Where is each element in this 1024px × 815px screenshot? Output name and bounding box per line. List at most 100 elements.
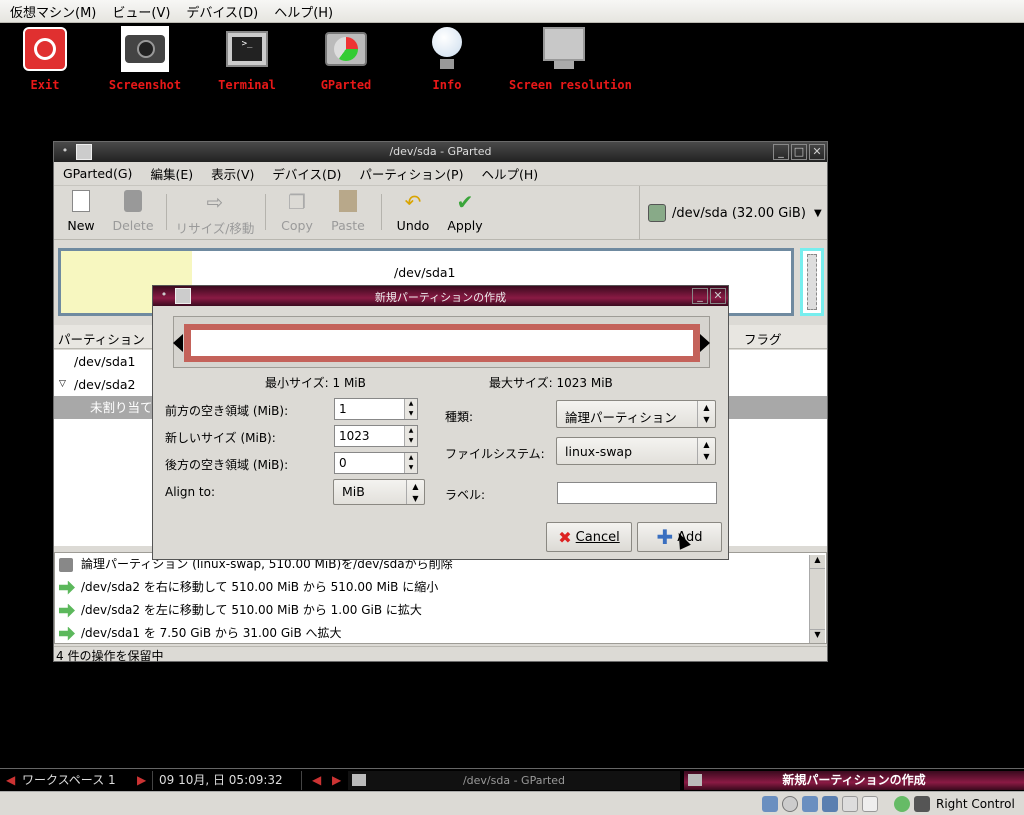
close-icon[interactable]: ✕ <box>809 144 825 160</box>
menu-gparted[interactable]: GParted(G) <box>54 166 141 181</box>
usb-icon[interactable] <box>802 796 818 812</box>
align-to-select[interactable]: MiB ▲ ▼ <box>333 479 425 505</box>
undo-button[interactable]: ↶ Undo <box>387 190 439 233</box>
device-selector[interactable]: /dev/sda (32.00 GiB) ▼ <box>639 186 829 240</box>
prev-workspace-icon[interactable]: ◀ <box>6 771 15 790</box>
menu-help[interactable]: ヘルプ(H) <box>472 164 547 183</box>
optical-drive-icon[interactable] <box>782 796 798 812</box>
task-app-icon <box>352 774 366 786</box>
column-partition[interactable]: パーティション <box>58 329 145 348</box>
desktop-icon-info[interactable]: Info <box>392 23 502 93</box>
operation-item[interactable]: /dev/sda2 を左に移動して 510.00 MiB から 1.00 GiB… <box>55 599 826 622</box>
operation-text: /dev/sda2 を左に移動して 510.00 MiB から 1.00 GiB… <box>81 603 422 617</box>
spin-buttons-icon[interactable]: ▲ ▼ <box>404 399 417 419</box>
operation-item[interactable]: /dev/sda2 を右に移動して 510.00 MiB から 510.00 M… <box>55 576 826 599</box>
dialog-titlebar[interactable]: • 新規パーティションの作成 _ ✕ <box>153 286 728 306</box>
maximize-icon[interactable]: □ <box>791 144 807 160</box>
harddisk-icon[interactable] <box>762 796 778 812</box>
desktop-icon-screen-resolution[interactable]: Screen resolution <box>509 23 632 93</box>
free-before-input[interactable]: 1 ▲ ▼ <box>334 398 418 420</box>
device-label: /dev/sda (32.00 GiB) <box>672 205 806 221</box>
close-icon[interactable]: ✕ <box>710 288 726 304</box>
column-flags[interactable]: フラグ <box>744 329 782 348</box>
filesystem-select[interactable]: linux-swap ▲ ▼ <box>556 437 716 465</box>
prev-task-icon[interactable]: ◀ <box>312 771 321 790</box>
updown-icon: ▲ ▼ <box>406 480 424 504</box>
operations-scrollbar[interactable]: ▲ ▼ <box>809 555 825 643</box>
left-handle-icon[interactable] <box>173 334 183 352</box>
disk-icon <box>648 204 666 222</box>
trash-icon <box>121 190 145 214</box>
workspace-label[interactable]: ワークスペース 1 <box>22 771 116 790</box>
minimize-icon[interactable]: _ <box>773 144 789 160</box>
copy-label: Copy <box>281 218 313 233</box>
label-input[interactable] <box>557 482 717 504</box>
unallocated-block[interactable] <box>800 248 824 316</box>
vbox-menu-machine[interactable]: 仮想マシン(M) <box>2 2 104 21</box>
updown-icon: ▲ ▼ <box>697 401 715 427</box>
network-icon[interactable] <box>822 796 838 812</box>
desktop-icon-exit[interactable]: Exit <box>0 23 100 93</box>
toolbar: New Delete ⇨ リサイズ/移動 ❐ Copy Paste ↶ Undo… <box>54 186 827 240</box>
gparted-icon <box>325 32 367 66</box>
next-workspace-icon[interactable]: ▶ <box>137 771 146 790</box>
resize-move-button[interactable]: ⇨ リサイズ/移動 <box>172 190 258 237</box>
vbox-menu-view[interactable]: ビュー(V) <box>104 2 178 21</box>
task-app-icon <box>688 774 702 786</box>
operation-item[interactable]: /dev/sda1 を 7.50 GiB から 31.00 GiB へ拡大 <box>55 622 826 645</box>
pending-operations-list: 論理パーティション (linux-swap, 510.00 MiB)を/dev/… <box>54 552 827 644</box>
toolbar-separator <box>265 194 266 230</box>
cancel-x-icon: ✖ <box>558 527 572 547</box>
desktop-icon-screenshot[interactable]: Screenshot <box>90 23 200 93</box>
scroll-up-icon[interactable]: ▲ <box>810 555 825 569</box>
spin-buttons-icon[interactable]: ▲ ▼ <box>404 426 417 446</box>
free-after-value: 0 <box>339 456 347 470</box>
task-gparted[interactable]: /dev/sda - GParted <box>348 771 680 790</box>
partition-size-slider[interactable] <box>173 316 710 368</box>
apply-button[interactable]: ✔ Apply <box>439 190 491 233</box>
label-label: ラベル: <box>445 488 486 502</box>
scroll-down-icon[interactable]: ▼ <box>810 629 825 643</box>
partition-name: /dev/sda2 <box>74 377 136 392</box>
minimize-icon[interactable]: _ <box>692 288 708 304</box>
min-size-label: 最小サイズ: 1 MiB <box>265 376 366 390</box>
keyboard-capture-icon[interactable] <box>914 796 930 812</box>
desktop-icon-terminal[interactable]: >_ Terminal <box>192 23 302 93</box>
partition-type-select[interactable]: 論理パーティション ▲ ▼ <box>556 400 716 428</box>
delete-label: Delete <box>112 218 154 233</box>
vbox-menu-help[interactable]: ヘルプ(H) <box>266 2 341 21</box>
new-label: New <box>67 218 95 233</box>
clock: 09 10月, 日 05:09:32 <box>152 771 302 790</box>
delete-button[interactable]: Delete <box>107 190 159 233</box>
menu-partition[interactable]: パーティション(P) <box>350 164 472 183</box>
operation-text: /dev/sda1 を 7.50 GiB から 31.00 GiB へ拡大 <box>81 626 342 640</box>
shared-folder-icon[interactable] <box>842 796 858 812</box>
gparted-titlebar[interactable]: • /dev/sda - GParted _ □ ✕ <box>54 142 827 162</box>
terminal-icon: >_ <box>226 31 268 67</box>
task-new-partition[interactable]: 新規パーティションの作成 <box>684 771 1024 790</box>
paste-icon <box>336 190 360 214</box>
menu-view[interactable]: 表示(V) <box>202 164 263 183</box>
vbox-menu-devices[interactable]: デバイス(D) <box>178 2 266 21</box>
resize-label: リサイズ/移動 <box>175 221 255 236</box>
new-button[interactable]: New <box>55 190 107 233</box>
mouse-integration-icon[interactable] <box>894 796 910 812</box>
copy-icon: ❐ <box>288 190 306 214</box>
menu-device[interactable]: デバイス(D) <box>263 164 350 183</box>
paste-button[interactable]: Paste <box>322 190 374 233</box>
spin-buttons-icon[interactable]: ▲ ▼ <box>404 453 417 473</box>
cancel-button[interactable]: ✖ Cancel <box>546 522 632 552</box>
lightbulb-icon <box>432 27 462 71</box>
monitor-icon <box>543 27 585 71</box>
new-size-input[interactable]: 1023 ▲ ▼ <box>334 425 418 447</box>
type-label: 種類: <box>445 410 474 424</box>
free-before-value: 1 <box>339 402 347 416</box>
right-handle-icon[interactable] <box>700 334 710 352</box>
desktop-icon-gparted[interactable]: GParted <box>291 23 401 93</box>
display-icon[interactable] <box>862 796 878 812</box>
partition-name: 未割り当て <box>90 400 153 415</box>
copy-button[interactable]: ❐ Copy <box>271 190 323 233</box>
free-after-input[interactable]: 0 ▲ ▼ <box>334 452 418 474</box>
next-task-icon[interactable]: ▶ <box>332 771 341 790</box>
menu-edit[interactable]: 編集(E) <box>141 164 202 183</box>
